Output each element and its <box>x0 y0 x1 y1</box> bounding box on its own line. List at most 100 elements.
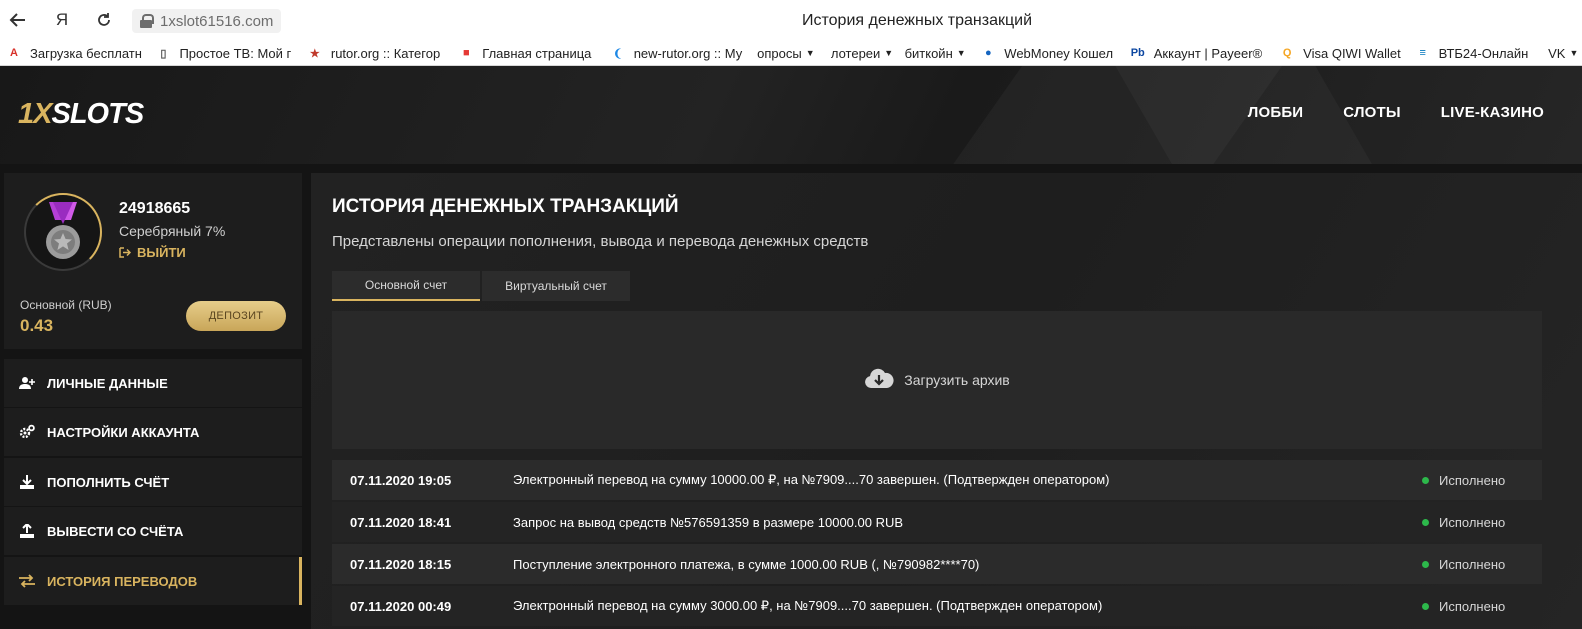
bookmark-label: rutor.org :: Категор <box>330 45 441 61</box>
reload-icon[interactable] <box>92 8 116 32</box>
top-nav: ЛОББИ СЛОТЫ LIVE-КАЗИНО <box>1248 104 1544 121</box>
user-plus-icon <box>19 375 35 391</box>
archive-panel: Загрузить архив <box>332 311 1542 449</box>
archive-download-link[interactable]: Загрузить архив <box>904 372 1010 388</box>
bookmark-label: Загрузка бесплатн <box>30 45 142 61</box>
status-badge: Исполнено <box>1422 473 1505 488</box>
upload-icon <box>19 523 35 539</box>
table-row: 07.11.2020 00:49 Электронный перевод на … <box>332 586 1542 626</box>
table-row: 07.11.2020 19:05 Электронный перевод на … <box>332 460 1542 500</box>
tx-description: Поступление электронного платежа, в сумм… <box>513 556 980 572</box>
profile-card: 24918665 Серебряный 7% ВЫЙТИ Основной (R… <box>4 173 302 349</box>
nav-lobby[interactable]: ЛОББИ <box>1248 104 1304 121</box>
menu-label: ИСТОРИЯ ПЕРЕВОДОВ <box>47 573 198 589</box>
balance-value: 0.43 <box>20 316 54 335</box>
bookmark-item[interactable]: A Загрузка бесплатн <box>6 45 155 61</box>
star-icon: ★ <box>309 47 320 60</box>
vtb-icon: ≡ <box>1419 47 1426 59</box>
bookmark-item[interactable]: Q Visa QIWI Wallet <box>1279 45 1414 61</box>
avatar[interactable] <box>24 193 102 271</box>
menu-label: НАСТРОЙКИ АККАУНТА <box>47 424 200 440</box>
status-badge: Исполнено <box>1422 599 1505 614</box>
page-icon: ▯ <box>160 47 167 60</box>
bookmark-label: Простое ТВ: Мой г <box>179 45 292 61</box>
cloud-download-icon[interactable] <box>864 367 894 394</box>
gears-icon <box>19 424 35 440</box>
yandex-icon[interactable]: Я <box>50 8 74 32</box>
menu-item-withdraw[interactable]: ВЫВЕСТИ СО СЧЁТА <box>4 507 302 555</box>
globe-icon: ● <box>984 47 992 59</box>
nav-slots[interactable]: СЛОТЫ <box>1343 104 1401 121</box>
table-row: 07.11.2020 18:15 Поступление электронног… <box>332 544 1542 584</box>
tx-date: 07.11.2020 18:15 <box>350 556 452 572</box>
site-logo[interactable]: 1XSLOTS <box>18 98 144 131</box>
status-dot-icon <box>1422 476 1429 484</box>
exchange-icon <box>19 573 35 589</box>
tx-description: Электронный перевод на сумму 3000.00 ₽, … <box>513 598 1103 613</box>
menu-item-deposit[interactable]: ПОПОЛНИТЬ СЧЁТ <box>4 458 302 506</box>
tx-date: 07.11.2020 19:05 <box>350 472 452 488</box>
bookmark-label: Аккаунт | Payeer® <box>1153 45 1263 61</box>
bookmark-item[interactable]: опросы ▼ <box>757 46 831 61</box>
bookmark-item[interactable]: VK ▼ <box>1548 46 1582 61</box>
bookmark-item[interactable]: ● WebMoney Кошел <box>980 45 1129 61</box>
balance-label: Основной (RUB) <box>20 298 112 312</box>
bookmark-label: биткойн <box>904 45 953 61</box>
site-header: 1XSLOTS ЛОББИ СЛОТЫ LIVE-КАЗИНО <box>0 66 1582 164</box>
bookmark-label: WebMoney Кошел <box>1004 45 1114 61</box>
status-badge: Исполнено <box>1422 557 1505 572</box>
bookmark-label: Главная страница <box>482 45 592 61</box>
status-dot-icon <box>1422 518 1429 526</box>
adobe-icon: A <box>10 47 18 59</box>
silver-medal-icon <box>46 202 80 259</box>
bookmark-item[interactable]: Pb Аккаунт | Payeer® <box>1130 45 1279 61</box>
caret-down-icon: ▼ <box>956 48 966 58</box>
bookmark-item[interactable]: ❨ new-rutor.org :: Му <box>610 45 757 61</box>
nav-live-casino[interactable]: LIVE-КАЗИНО <box>1441 104 1544 121</box>
bookmark-label: ВТБ24-Онлайн <box>1438 45 1529 61</box>
news-icon: ■ <box>462 47 470 59</box>
tx-description: Электронный перевод на сумму 10000.00 ₽,… <box>513 472 1110 487</box>
bookmark-label: Visa QIWI Wallet <box>1303 45 1401 61</box>
bookmark-item[interactable]: лотереи ▼ <box>831 46 905 61</box>
caret-down-icon: ▼ <box>884 48 894 58</box>
bookmark-item[interactable]: биткойн ▼ <box>905 46 981 61</box>
menu-label: ПОПОЛНИТЬ СЧЁТ <box>47 474 170 490</box>
caret-down-icon: ▼ <box>805 48 815 58</box>
logout-label: ВЫЙТИ <box>137 245 186 260</box>
bookmark-label: new-rutor.org :: Му <box>633 45 743 61</box>
tx-date: 07.11.2020 00:49 <box>350 598 452 614</box>
bookmark-item[interactable]: ■ Главная страница <box>458 45 609 61</box>
bookmark-label: VK <box>1548 45 1566 61</box>
menu-label: ВЫВЕСТИ СО СЧЁТА <box>47 523 184 539</box>
logout-link[interactable]: ВЫЙТИ <box>119 245 186 260</box>
tab-virtual-account[interactable]: Виртуальный счет <box>482 271 630 301</box>
tab-main-account[interactable]: Основной счет <box>332 271 480 301</box>
download-icon <box>19 474 35 490</box>
status-badge: Исполнено <box>1422 515 1505 530</box>
tx-date: 07.11.2020 18:41 <box>350 514 452 530</box>
page-subtitle: Представлены операции пополнения, вывода… <box>332 233 869 250</box>
browser-chrome: Я 1xslot61516.com История денежных транз… <box>0 0 1582 66</box>
logout-icon <box>119 247 131 258</box>
user-id: 24918665 <box>119 200 191 217</box>
bookmark-label: опросы <box>757 45 802 61</box>
payeer-icon: Pb <box>1130 47 1145 59</box>
menu-item-personal-data[interactable]: ЛИЧНЫЕ ДАННЫЕ <box>4 359 302 407</box>
deposit-button[interactable]: ДЕПОЗИТ <box>186 301 286 331</box>
qiwi-icon: Q <box>1282 47 1292 59</box>
drop-icon: ❨ <box>613 47 623 60</box>
url-text: 1xslot61516.com <box>160 12 274 30</box>
status-dot-icon <box>1422 560 1429 568</box>
address-bar[interactable]: 1xslot61516.com <box>132 9 282 33</box>
table-row: 07.11.2020 18:41 Запрос на вывод средств… <box>332 502 1542 542</box>
page-title: ИСТОРИЯ ДЕНЕЖНЫХ ТРАНЗАКЦИЙ <box>332 196 679 217</box>
menu-item-account-settings[interactable]: НАСТРОЙКИ АККАУНТА <box>4 408 302 456</box>
bookmark-item[interactable]: ≡ ВТБ24-Онлайн <box>1415 45 1548 61</box>
tx-description: Запрос на вывод средств №576591359 в раз… <box>513 514 904 530</box>
bookmark-item[interactable]: ★ rutor.org :: Категор <box>307 45 458 61</box>
bookmark-item[interactable]: ▯ Простое ТВ: Мой г <box>155 45 306 61</box>
back-arrow-icon[interactable] <box>6 8 30 32</box>
menu-item-transfer-history[interactable]: ИСТОРИЯ ПЕРЕВОДОВ <box>4 557 302 605</box>
menu-label: ЛИЧНЫЕ ДАННЫЕ <box>47 375 168 391</box>
